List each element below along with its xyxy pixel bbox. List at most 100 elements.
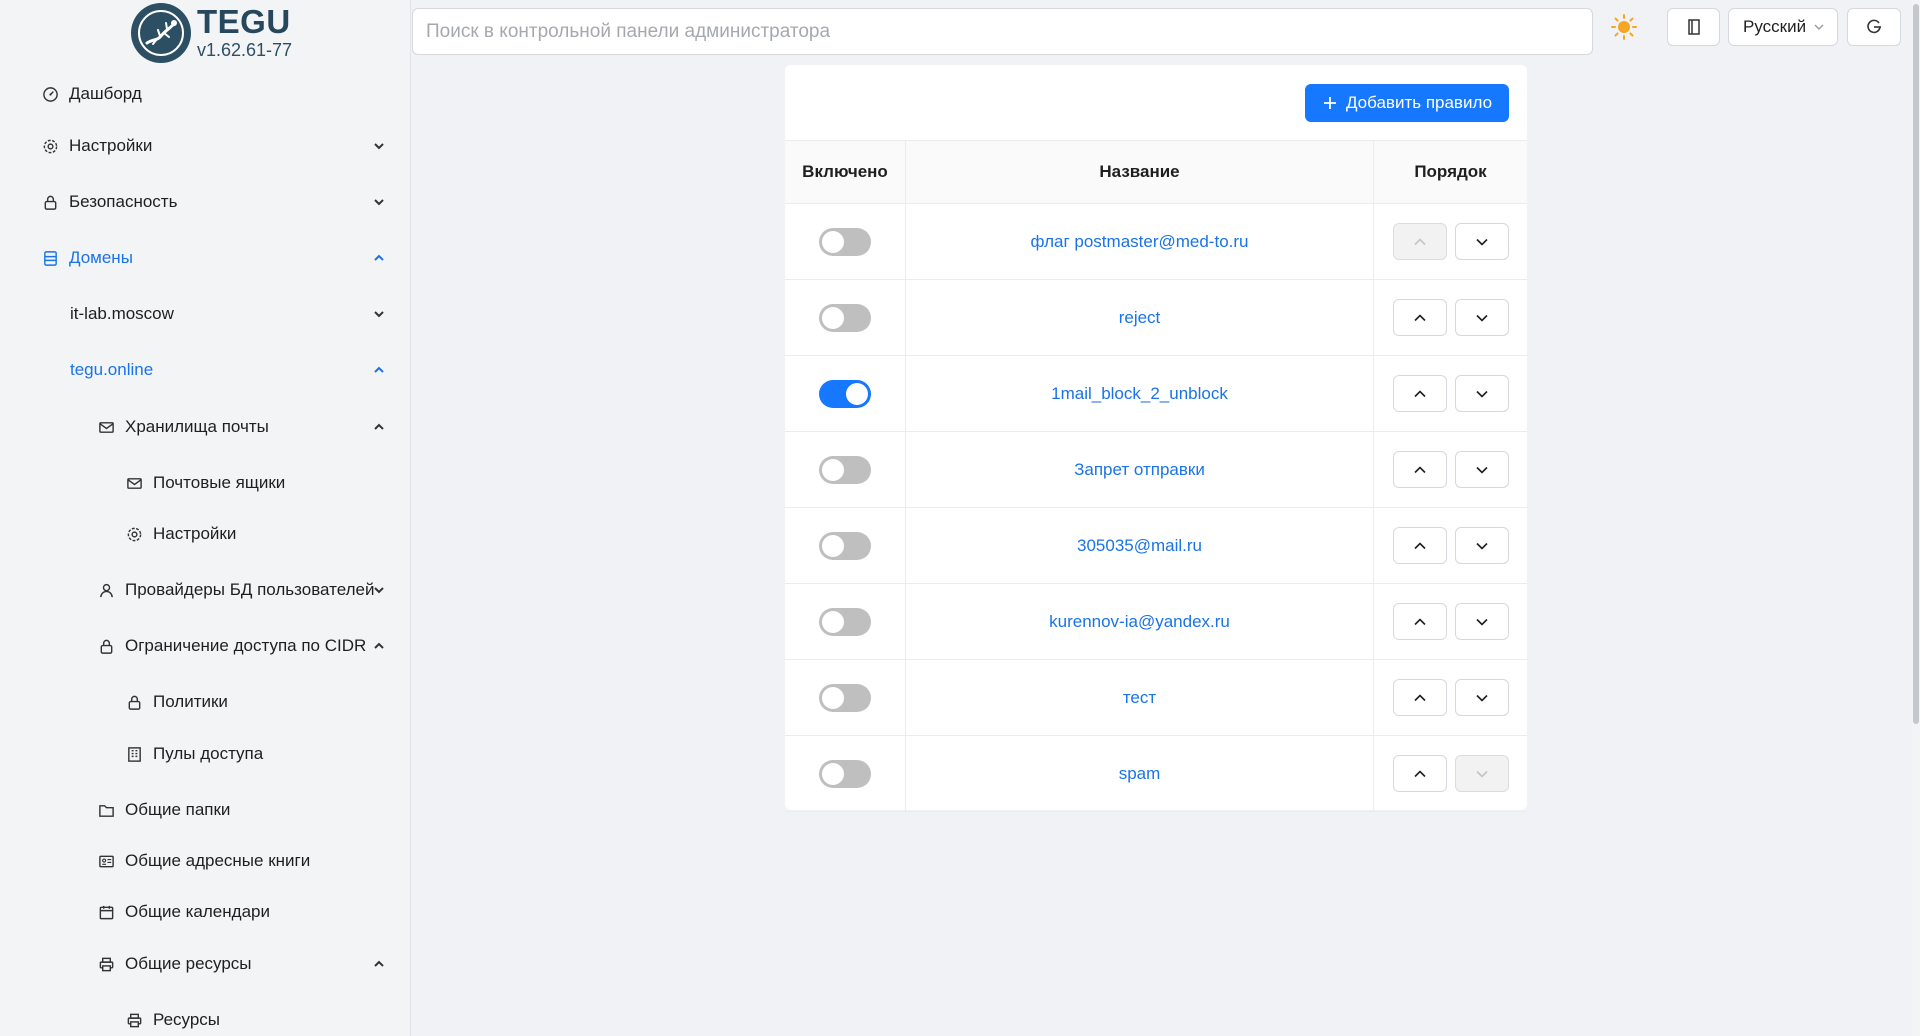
language-value: Русский [1743, 17, 1807, 36]
chevron-up-icon[interactable] [370, 418, 388, 436]
order-cell [1374, 584, 1527, 659]
logout-button[interactable] [1847, 8, 1901, 46]
gear-icon [41, 137, 59, 155]
move-up-button[interactable] [1393, 679, 1447, 716]
rule-name-link[interactable]: флаг postmaster@med-to.ru [906, 204, 1373, 279]
move-down-button[interactable] [1455, 679, 1509, 716]
language-select[interactable]: Русский [1728, 8, 1838, 46]
move-down-button[interactable] [1455, 299, 1509, 336]
move-up-button[interactable] [1393, 603, 1447, 640]
move-up-button[interactable] [1393, 527, 1447, 564]
sidebar-item-label: it-lab.moscow [70, 304, 174, 323]
column-header-order: Порядок [1414, 162, 1487, 181]
enabled-toggle[interactable] [819, 303, 871, 332]
enabled-toggle[interactable] [819, 607, 871, 636]
sidebar-item-mail-storage[interactable]: Хранилища почты [97, 407, 269, 447]
move-down-button[interactable] [1455, 223, 1509, 260]
chevron-down-icon[interactable] [370, 137, 388, 155]
rule-name-link[interactable]: 1mail_block_2_unblock [906, 356, 1373, 431]
sidebar-item-dashboard[interactable]: Дашборд [41, 74, 142, 114]
rule-name-link[interactable]: spam [906, 736, 1373, 811]
search-input[interactable] [412, 8, 1593, 55]
sidebar-item-shared-calendars[interactable]: Общие календари [97, 892, 270, 932]
chevron-up-icon [1412, 690, 1428, 706]
chevron-up-icon[interactable] [370, 955, 388, 973]
sidebar-item-shared-address-books[interactable]: Общие адресные книги [97, 841, 310, 881]
chevron-down-icon [1474, 462, 1490, 478]
page-scrollbar-thumb[interactable] [1913, 4, 1919, 724]
chevron-down-icon [1474, 386, 1490, 402]
chevron-up-icon[interactable] [370, 249, 388, 267]
enabled-toggle[interactable] [819, 683, 871, 712]
order-cell [1374, 280, 1527, 355]
table-row: тест [785, 660, 1527, 736]
documentation-button[interactable] [1667, 8, 1720, 46]
move-up-button[interactable] [1393, 375, 1447, 412]
sidebar-item-user-db-providers[interactable]: Провайдеры БД пользователей [97, 570, 374, 610]
rule-name-link[interactable]: 305035@mail.ru [906, 508, 1373, 583]
move-down-button [1455, 755, 1509, 792]
move-up-button[interactable] [1393, 755, 1447, 792]
sidebar-item-label: tegu.online [70, 360, 154, 379]
enabled-cell [785, 508, 905, 583]
sidebar-item-cidr-restriction[interactable]: Ограничение доступа по CIDR [97, 626, 366, 666]
sidebar-item-label: Почтовые ящики [153, 473, 286, 492]
chevron-up-icon [1412, 462, 1428, 478]
move-down-button[interactable] [1455, 375, 1509, 412]
sidebar-item-label: Общие адресные книги [125, 851, 311, 870]
move-up-button [1393, 223, 1447, 260]
rule-name-link[interactable]: Запрет отправки [906, 432, 1373, 507]
sidebar-item-label: Общие папки [125, 800, 231, 819]
logo[interactable]: TEGU v1.62.61-77 [131, 3, 292, 63]
sidebar-item-label: Домены [69, 248, 133, 267]
sidebar-item-shared-folders[interactable]: Общие папки [97, 790, 230, 830]
table-header: Включено Название Порядок [785, 140, 1527, 204]
printer-icon [97, 955, 115, 973]
toggle-knob [822, 686, 844, 709]
sidebar-item-label: Дашборд [69, 84, 142, 103]
chevron-down-icon[interactable] [370, 581, 388, 599]
table-row: 305035@mail.ru [785, 508, 1527, 584]
sidebar-item-policies[interactable]: Политики [125, 682, 228, 722]
move-down-button[interactable] [1455, 451, 1509, 488]
sidebar-item-domains[interactable]: Домены [41, 238, 133, 278]
enabled-toggle[interactable] [819, 379, 871, 408]
sidebar-item-settings[interactable]: Настройки [41, 126, 152, 166]
theme-toggle-sun-icon[interactable] [1609, 12, 1639, 42]
rule-name-link[interactable]: тест [906, 660, 1373, 735]
sidebar-item-security[interactable]: Безопасность [41, 182, 177, 222]
sidebar-item-mail-settings[interactable]: Настройки [125, 514, 236, 554]
enabled-cell [785, 660, 905, 735]
toggle-knob [822, 762, 844, 785]
move-down-button[interactable] [1455, 603, 1509, 640]
sidebar-item-shared-resources[interactable]: Общие ресурсы [97, 944, 252, 984]
enabled-toggle[interactable] [819, 759, 871, 788]
enabled-cell [785, 736, 905, 811]
sidebar-item-label: Провайдеры БД пользователей [125, 580, 375, 599]
database-icon [41, 249, 59, 267]
chevron-down-icon [1474, 614, 1490, 630]
move-down-button[interactable] [1455, 527, 1509, 564]
rule-name-link[interactable]: kurennov-ia@yandex.ru [906, 584, 1373, 659]
sidebar-item-label: Безопасность [69, 192, 178, 211]
move-up-button[interactable] [1393, 451, 1447, 488]
add-rule-button[interactable]: Добавить правило [1305, 84, 1509, 122]
printer-icon [125, 1011, 143, 1029]
sidebar-item-domain-it-lab[interactable]: it-lab.moscow [70, 294, 174, 334]
tegu-lizard-logo-icon [131, 3, 191, 63]
chevron-down-icon[interactable] [370, 193, 388, 211]
chevron-down-icon[interactable] [370, 305, 388, 323]
sidebar-item-domain-tegu[interactable]: tegu.online [70, 350, 153, 390]
rule-name-link[interactable]: reject [906, 280, 1373, 355]
sidebar-item-resources[interactable]: Ресурсы [125, 1000, 220, 1036]
lock-icon [41, 193, 59, 211]
enabled-toggle[interactable] [819, 531, 871, 560]
sidebar-item-access-pools[interactable]: Пулы доступа [125, 734, 263, 774]
sidebar: TEGU v1.62.61-77 Дашборд Настройки Безоп… [0, 0, 411, 1036]
enabled-toggle[interactable] [819, 227, 871, 256]
chevron-up-icon[interactable] [370, 361, 388, 379]
move-up-button[interactable] [1393, 299, 1447, 336]
enabled-toggle[interactable] [819, 455, 871, 484]
chevron-up-icon[interactable] [370, 637, 388, 655]
sidebar-item-mailboxes[interactable]: Почтовые ящики [125, 463, 285, 503]
